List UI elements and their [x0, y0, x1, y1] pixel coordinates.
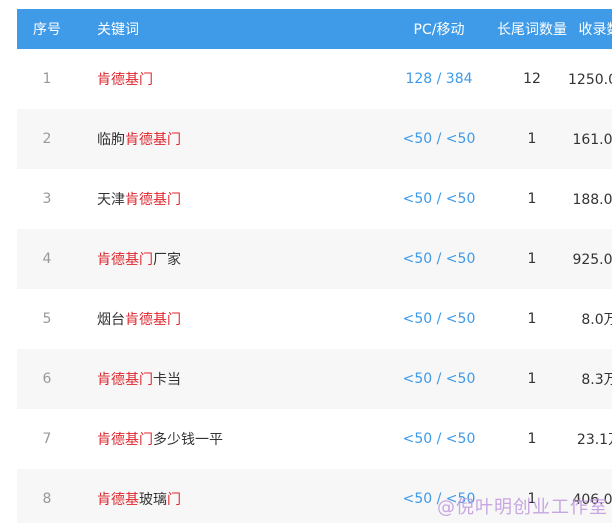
pc-mobile-link[interactable]: 128 / 384	[357, 71, 497, 87]
keyword-text: 烟台	[97, 312, 125, 328]
pc-mobile-link[interactable]: <50 / <50	[357, 251, 497, 267]
table-header: 序号 关键词 PC/移动 长尾词数量 收录数	[17, 9, 612, 49]
longtail-count: 1	[527, 191, 537, 207]
longtail-count: 1	[527, 371, 537, 387]
keyword-link[interactable]: 烟台肯德基门	[77, 309, 357, 329]
pc-mobile-link[interactable]: <50 / <50	[357, 431, 497, 447]
header-pc-mobile: PC/移动	[413, 22, 465, 38]
longtail-count: 1	[527, 431, 537, 447]
table-row: 2临朐肯德基门<50 / <501161.0万	[17, 109, 612, 169]
keyword-link[interactable]: 肯德基门多少钱一平	[77, 429, 357, 449]
keyword-text: 玻璃	[139, 492, 167, 508]
keyword-text: 天津	[97, 192, 125, 208]
indexed-count: 8.3万	[581, 372, 612, 388]
table-row: 7肯德基门多少钱一平<50 / <50123.1万	[17, 409, 612, 469]
watermark-text: @倪叶明创业工作室	[437, 497, 608, 518]
row-index: 6	[42, 371, 52, 387]
keyword-table: 序号 关键词 PC/移动 长尾词数量 收录数 1肯德基门128 / 384121…	[17, 9, 612, 523]
longtail-count: 1	[527, 311, 537, 327]
longtail-count: 1	[527, 131, 537, 147]
keyword-link[interactable]: 肯德基玻璃门	[77, 489, 357, 509]
indexed-count: 8.0万	[581, 312, 612, 328]
table-row: 4肯德基门厂家<50 / <501925.0万	[17, 229, 612, 289]
row-index: 1	[42, 71, 52, 87]
keyword-results-panel: 序号 关键词 PC/移动 长尾词数量 收录数 1肯德基门128 / 384121…	[0, 0, 612, 523]
keyword-highlight: 肯德基门	[97, 252, 153, 268]
keyword-text: 厂家	[153, 252, 181, 268]
row-index: 2	[42, 131, 52, 147]
table-body: 1肯德基门128 / 384121250.0万2临朐肯德基门<50 / <501…	[17, 49, 612, 523]
keyword-highlight: 门	[167, 492, 181, 508]
pc-mobile-link[interactable]: <50 / <50	[357, 311, 497, 327]
header-indexed-count: 收录数	[578, 22, 612, 38]
table-row: 1 肯德基门 128 / 384 12 1250.0万	[17, 49, 612, 109]
pc-mobile-link[interactable]: <50 / <50	[357, 131, 497, 147]
keyword-highlight: 肯德基	[97, 492, 139, 508]
row-index: 8	[42, 491, 52, 507]
keyword-text: 多少钱一平	[153, 432, 223, 448]
indexed-count: 1250.0万	[568, 72, 612, 88]
row-index: 7	[42, 431, 52, 447]
keyword-highlight: 肯德基门	[125, 312, 181, 328]
keyword-text: 卡当	[153, 372, 181, 388]
pc-mobile-link[interactable]: <50 / <50	[357, 191, 497, 207]
row-index: 3	[42, 191, 52, 207]
row-index: 4	[42, 251, 52, 267]
keyword-highlight: 肯德基门	[125, 192, 181, 208]
keyword-highlight: 肯德基门	[97, 372, 153, 388]
table-row: 3天津肯德基门<50 / <501188.0万	[17, 169, 612, 229]
keyword-link[interactable]: 肯德基门卡当	[77, 369, 357, 389]
header-index: 序号	[33, 22, 61, 38]
indexed-count: 925.0万	[572, 252, 612, 268]
indexed-count: 23.1万	[576, 432, 612, 448]
keyword-link[interactable]: 肯德基门	[77, 69, 357, 89]
keyword-link[interactable]: 肯德基门厂家	[77, 249, 357, 269]
table-row: 6 肯德基门卡当 <50 / <50 1 8.3万	[17, 349, 612, 409]
keyword-link[interactable]: 天津肯德基门	[77, 189, 357, 209]
keyword-highlight: 肯德基门	[97, 72, 153, 88]
row-index: 5	[42, 311, 52, 327]
keyword-text: 临朐	[97, 132, 125, 148]
keyword-highlight: 肯德基门	[97, 432, 153, 448]
indexed-count: 161.0万	[572, 132, 612, 148]
pc-mobile-link[interactable]: <50 / <50	[357, 371, 497, 387]
header-longtail-count: 长尾词数量	[497, 22, 567, 38]
table-row: 5 烟台肯德基门 <50 / <50 1 8.0万	[17, 289, 612, 349]
header-keyword: 关键词	[97, 22, 139, 38]
indexed-count: 188.0万	[572, 192, 612, 208]
keyword-highlight: 肯德基门	[125, 132, 181, 148]
keyword-link[interactable]: 临朐肯德基门	[77, 129, 357, 149]
longtail-count: 12	[523, 71, 541, 87]
longtail-count: 1	[527, 251, 537, 267]
